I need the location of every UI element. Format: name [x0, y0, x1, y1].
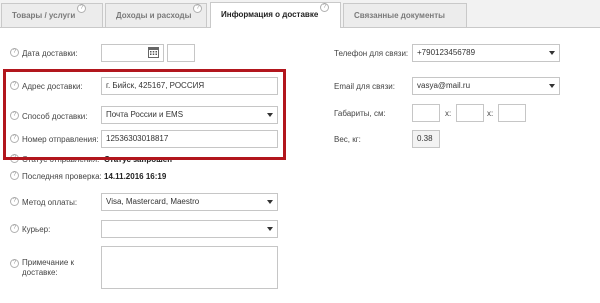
- help-icon[interactable]: ?: [10, 111, 19, 120]
- help-icon[interactable]: ?: [10, 224, 19, 233]
- delivery-note-textarea[interactable]: [101, 246, 278, 289]
- shipment-status-label: Статус отправления:: [22, 155, 100, 164]
- calendar-icon[interactable]: [148, 47, 159, 58]
- courier-label: Курьер:: [22, 225, 51, 234]
- help-icon[interactable]: ?: [10, 134, 19, 143]
- help-icon[interactable]: ?: [10, 81, 19, 90]
- weight-input[interactable]: 0.38: [412, 130, 440, 148]
- help-icon[interactable]: ?: [10, 171, 19, 180]
- help-icon[interactable]: ?: [10, 48, 19, 57]
- help-icon[interactable]: ?: [10, 259, 19, 268]
- delivery-method-label: Способ доставки:: [22, 112, 88, 121]
- help-icon[interactable]: ?: [193, 4, 203, 13]
- email-select[interactable]: vasya@mail.ru: [412, 77, 560, 95]
- help-icon[interactable]: ?: [77, 4, 87, 13]
- chevron-down-icon: [549, 84, 555, 88]
- tab-related-documents-label: Связанные документы: [354, 11, 446, 20]
- width-input[interactable]: [456, 104, 484, 122]
- tab-goods-services-label: Товары / услуги: [12, 11, 76, 20]
- chevron-down-icon: [267, 200, 273, 204]
- payment-method-label: Метод оплаты:: [22, 198, 78, 207]
- tab-income-expenses-label: Доходы и расходы: [116, 11, 192, 20]
- height-input[interactable]: [498, 104, 526, 122]
- chevron-down-icon: [549, 51, 555, 55]
- tab-delivery-info-label: Информация о доставке: [221, 10, 319, 19]
- chevron-down-icon: [267, 113, 273, 117]
- tab-delivery-info[interactable]: Информация о доставке ?: [210, 2, 341, 28]
- last-check-value: 14.11.2016 16:19: [104, 172, 167, 181]
- email-label: Email для связи:: [334, 82, 395, 91]
- delivery-date-input[interactable]: [101, 44, 164, 62]
- dimension-separator: x:: [487, 109, 494, 118]
- delivery-note-label: Примечание к доставке:: [22, 258, 75, 277]
- weight-label: Вес, кг:: [334, 135, 361, 144]
- delivery-address-label: Адрес доставки:: [22, 82, 83, 91]
- last-check-label: Последняя проверка:: [22, 172, 102, 181]
- tracking-number-input[interactable]: 12536303018817: [101, 130, 278, 148]
- delivery-method-select[interactable]: Почта России и EMS: [101, 106, 278, 124]
- help-icon[interactable]: ?: [10, 154, 19, 163]
- tab-goods-services[interactable]: Товары / услуги ?: [1, 3, 103, 27]
- tab-related-documents[interactable]: Связанные документы: [343, 3, 467, 27]
- dimension-separator: x:: [445, 109, 452, 118]
- courier-select[interactable]: [101, 220, 278, 238]
- dimensions-label: Габариты, см:: [334, 109, 386, 118]
- phone-select[interactable]: +790123456789: [412, 44, 560, 62]
- payment-method-select[interactable]: Visa, Mastercard, Maestro: [101, 193, 278, 211]
- delivery-time-input[interactable]: [167, 44, 195, 62]
- help-icon[interactable]: ?: [320, 3, 330, 12]
- delivery-address-input[interactable]: г. Бийск, 425167, РОССИЯ: [101, 77, 278, 95]
- phone-label: Телефон для связи:: [334, 49, 409, 58]
- shipment-status-value: Статус запрошен: [104, 155, 173, 164]
- tab-bar: Товары / услуги ? Доходы и расходы ? Инф…: [0, 0, 600, 28]
- tracking-number-label: Номер отправления:: [22, 135, 99, 144]
- chevron-down-icon: [267, 227, 273, 231]
- help-icon[interactable]: ?: [10, 197, 19, 206]
- length-input[interactable]: [412, 104, 440, 122]
- tab-income-expenses[interactable]: Доходы и расходы ?: [105, 3, 207, 27]
- delivery-date-label: Дата доставки:: [22, 49, 78, 58]
